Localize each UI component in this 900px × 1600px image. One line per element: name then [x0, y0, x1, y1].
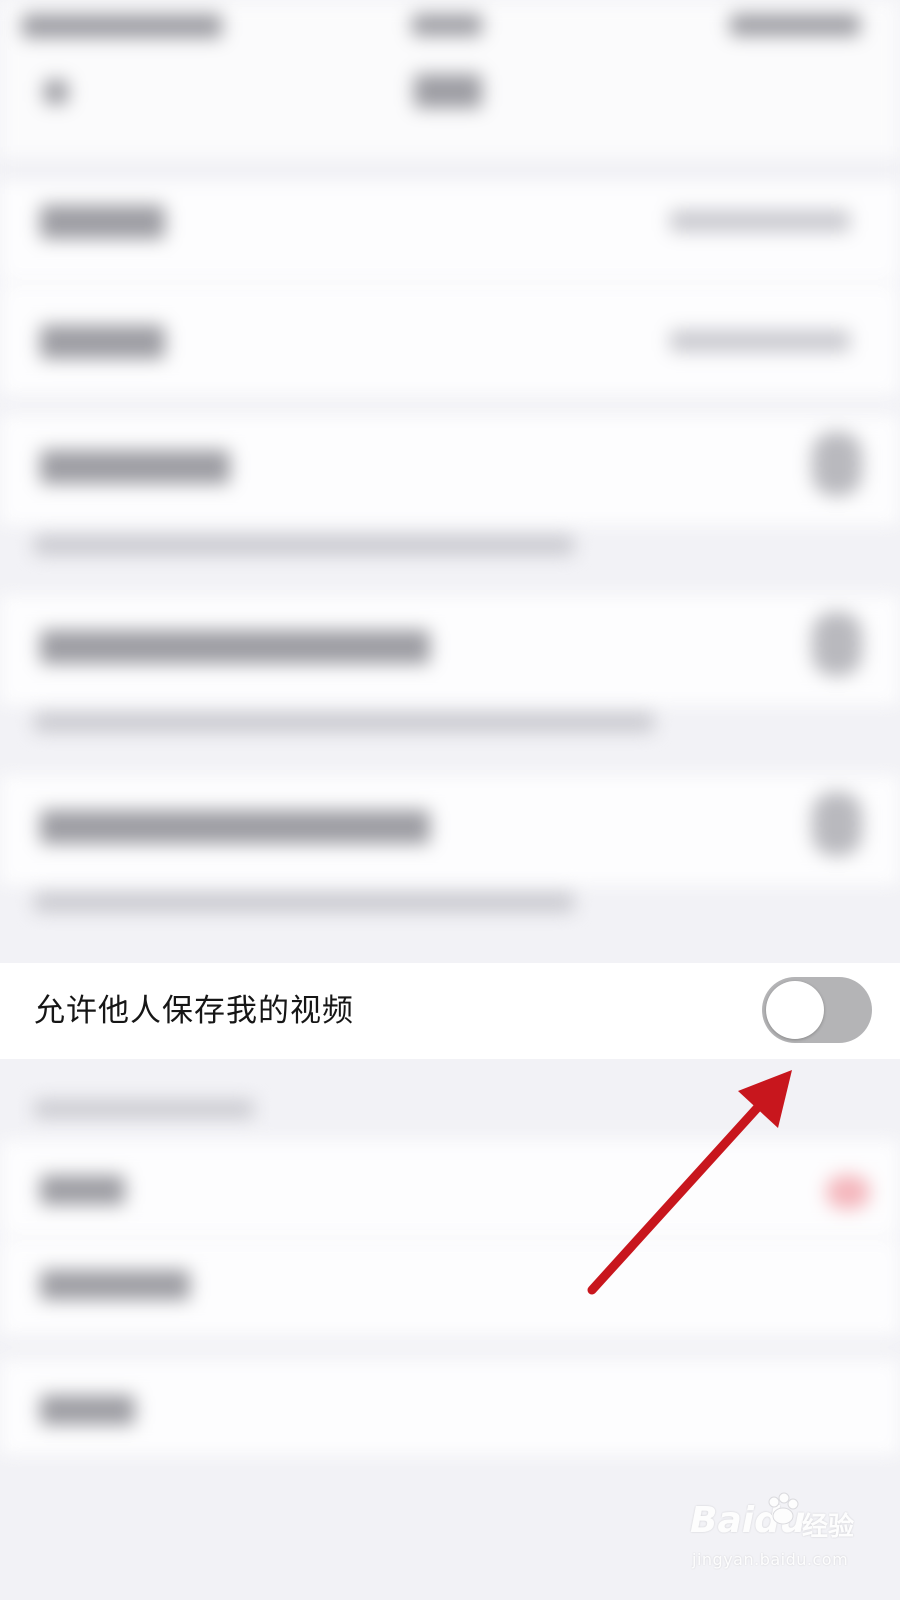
blurred-row-label	[40, 630, 430, 664]
blurred-row-caption	[34, 712, 654, 732]
baidu-jingyan-watermark: Baidu 经验 jingyan.baidu.com	[690, 1492, 890, 1590]
watermark-brand-part1: Bai	[690, 1500, 755, 1541]
blurred-back-icon	[44, 80, 68, 104]
blurred-row-label	[40, 450, 230, 484]
allow-save-video-toggle[interactable]	[762, 977, 872, 1043]
paw-icon	[768, 1492, 799, 1525]
allow-save-video-row: 允许他人保存我的视频	[0, 963, 900, 1059]
blurred-background	[0, 0, 900, 1600]
blurred-row-label	[40, 1270, 190, 1300]
blurred-status-bar	[22, 14, 222, 38]
blurred-row	[0, 1140, 900, 1235]
blurred-toggle	[812, 432, 862, 496]
blurred-row-label	[40, 1395, 135, 1425]
watermark-product: 经验	[802, 1512, 855, 1542]
blurred-section-header	[34, 1100, 254, 1118]
blurred-row-caption	[34, 892, 574, 912]
blurred-status-time	[412, 14, 482, 36]
blurred-row	[0, 1360, 900, 1455]
blurred-row-caption	[34, 535, 574, 555]
blurred-red-badge	[826, 1175, 870, 1209]
blurred-status-icons	[730, 14, 860, 36]
blurred-row-value	[670, 210, 850, 232]
blurred-row-label	[40, 1175, 125, 1205]
blurred-row-label	[40, 810, 430, 844]
blurred-row-label	[40, 205, 165, 239]
blurred-toggle	[812, 612, 862, 676]
blurred-separator	[0, 160, 900, 180]
blurred-page-title	[414, 74, 482, 108]
watermark-url: jingyan.baidu.com	[692, 1550, 849, 1569]
blurred-row-value	[670, 330, 850, 352]
toggle-knob	[766, 981, 824, 1039]
allow-save-video-label: 允许他人保存我的视频	[34, 993, 354, 1029]
blurred-row-label	[40, 325, 165, 359]
blurred-toggle	[812, 792, 862, 856]
